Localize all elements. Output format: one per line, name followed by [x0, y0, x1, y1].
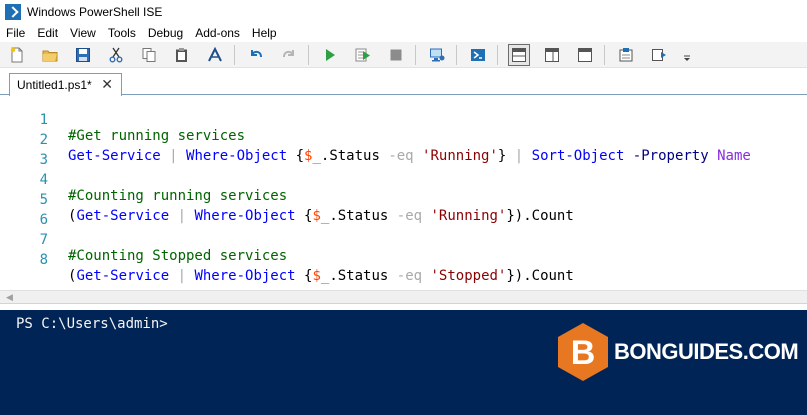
menu-file[interactable]: File	[6, 26, 25, 40]
code-text: (Get-Service | Where-Object {$_.Status -…	[68, 268, 574, 284]
close-icon[interactable]: ✕	[101, 76, 113, 93]
line-number: 8	[39, 252, 48, 268]
run-icon[interactable]	[319, 44, 341, 66]
bonguides-logo-icon: B	[558, 323, 608, 381]
code-line: 8 (Get-Service | Where-Object {$_.Status…	[0, 236, 807, 284]
brace-token: {	[295, 268, 313, 284]
code-line: 7 #Counting Stopped services	[0, 216, 807, 264]
tab-untitled1[interactable]: Untitled1.ps1* ✕	[9, 73, 122, 96]
menu-bar: File Edit View Tools Debug Add-ons Help	[0, 24, 807, 42]
menu-add-ons[interactable]: Add-ons	[195, 26, 240, 40]
window-title: Windows PowerShell ISE	[27, 5, 163, 19]
show-command-window-icon[interactable]	[615, 44, 637, 66]
run-selection-icon[interactable]	[352, 44, 374, 66]
scroll-left-icon[interactable]: ◀	[6, 292, 13, 303]
menu-debug[interactable]: Debug	[148, 26, 183, 40]
code-line: 4 #Counting running services	[0, 156, 807, 204]
stop-icon[interactable]	[385, 44, 407, 66]
powershell-icon	[5, 4, 21, 20]
show-command-addon-icon[interactable]	[648, 44, 670, 66]
toolbar-separator	[234, 44, 235, 65]
clear-icon[interactable]	[204, 44, 226, 66]
code-line: 5 (Get-Service | Where-Object {$_.Status…	[0, 176, 807, 224]
horizontal-scrollbar[interactable]: ◀	[0, 290, 807, 303]
show-script-max-icon[interactable]	[574, 44, 596, 66]
code-line: 6	[0, 196, 807, 228]
script-editor[interactable]: 1 #Get running services 2 Get-Service | …	[0, 96, 807, 290]
command-token: Where-Object	[194, 268, 296, 284]
toolbar-separator	[604, 44, 605, 65]
script-tab-strip: Untitled1.ps1* ✕	[0, 70, 807, 96]
toolbar	[0, 42, 807, 68]
new-file-icon[interactable]	[6, 44, 28, 66]
tab-label: Untitled1.ps1*	[17, 78, 92, 92]
menu-edit[interactable]: Edit	[37, 26, 58, 40]
console-prompt: PS C:\Users\admin>	[16, 316, 168, 332]
code-line: 2 Get-Service | Where-Object {$_.Status …	[0, 116, 807, 164]
paste-icon[interactable]	[171, 44, 193, 66]
toolbar-overflow-icon[interactable]	[681, 44, 693, 66]
toolbar-separator	[497, 44, 498, 65]
cut-icon[interactable]	[105, 44, 127, 66]
menu-view[interactable]: View	[70, 26, 96, 40]
title-bar: Windows PowerShell ISE	[0, 0, 807, 24]
string-token: 'Stopped'	[422, 268, 507, 284]
show-script-right-icon[interactable]	[541, 44, 563, 66]
show-script-top-icon[interactable]	[508, 43, 530, 66]
start-powershell-icon[interactable]	[467, 44, 489, 66]
menu-tools[interactable]: Tools	[108, 26, 136, 40]
toolbar-separator	[308, 44, 309, 65]
code-line: 3	[0, 136, 807, 168]
code-line: 1 #Get running services	[0, 96, 807, 144]
undo-icon[interactable]	[245, 44, 267, 66]
property-token: .Status	[329, 268, 397, 284]
operator-token: -eq	[396, 268, 423, 284]
open-folder-icon[interactable]	[39, 44, 61, 66]
logo-letter: B	[571, 334, 596, 372]
new-remote-tab-icon[interactable]	[426, 44, 448, 66]
copy-icon[interactable]	[138, 44, 160, 66]
menu-help[interactable]: Help	[252, 26, 277, 40]
bonguides-watermark: B BONGUIDES.COM	[556, 322, 799, 382]
redo-icon[interactable]	[278, 44, 300, 66]
pipe-token: |	[169, 268, 195, 284]
toolbar-separator	[456, 44, 457, 65]
close-token: }).Count	[506, 268, 574, 284]
pane-splitter[interactable]	[0, 303, 807, 310]
command-token: Get-Service	[76, 268, 170, 284]
variable-token: $_	[312, 268, 330, 284]
watermark-text: BONGUIDES.COM	[614, 339, 799, 364]
save-icon[interactable]	[72, 44, 94, 66]
toolbar-separator	[415, 44, 416, 65]
